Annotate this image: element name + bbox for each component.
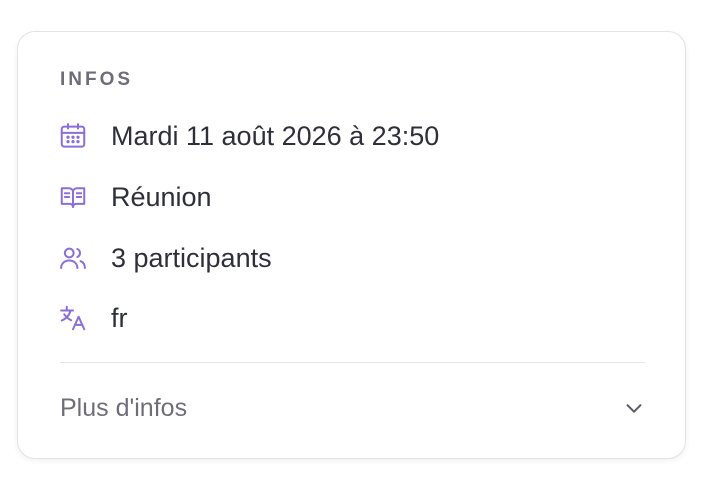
chevron-down-icon[interactable] bbox=[623, 397, 645, 419]
card-heading: INFOS bbox=[60, 69, 134, 90]
participants-text: 3 participants bbox=[111, 242, 272, 273]
info-row-language: fr bbox=[58, 300, 128, 336]
more-info-label: Plus d'infos bbox=[60, 393, 188, 422]
language-text: fr bbox=[111, 302, 128, 333]
divider bbox=[60, 362, 645, 363]
info-row-type: Réunion bbox=[58, 179, 212, 215]
calendar-icon bbox=[58, 121, 88, 151]
translate-icon bbox=[58, 303, 88, 333]
info-card: INFOS Mardi 11 août 2026 à 23:50 Réunion… bbox=[17, 31, 686, 459]
date-text: Mardi 11 août 2026 à 23:50 bbox=[111, 120, 440, 151]
type-text: Réunion bbox=[111, 181, 212, 212]
more-info-toggle[interactable]: Plus d'infos bbox=[60, 388, 645, 428]
users-icon bbox=[58, 243, 88, 273]
book-open-icon bbox=[58, 182, 88, 212]
info-row-participants: 3 participants bbox=[58, 240, 272, 276]
info-row-date: Mardi 11 août 2026 à 23:50 bbox=[58, 118, 439, 154]
